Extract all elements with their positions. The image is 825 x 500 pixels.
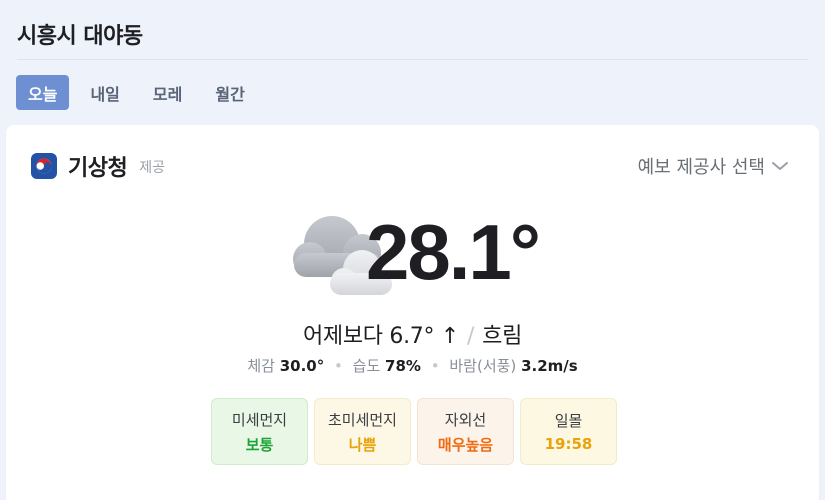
provider-select-button[interactable]: 예보 제공사 선택 [638, 153, 789, 179]
weather-details: 체감 30.0° • 습도 78% • 바람(서풍) 3.2m/s [6, 355, 819, 376]
feels-like-value: 30.0° [279, 357, 325, 375]
kma-logo-icon [31, 153, 57, 179]
tab-monthly[interactable]: 월간 [203, 75, 256, 110]
sunset-badge[interactable]: 일몰 19:58 [520, 398, 617, 465]
air-quality-badges: 미세먼지 보통 초미세먼지 나쁨 자외선 매우높음 일몰 19:58 [211, 398, 623, 465]
header-divider [17, 59, 808, 60]
weather-page: 시흥시 대야동 오늘 내일 모레 월간 기상청 제공 예보 제공사 선택 28.… [0, 0, 825, 500]
badge-label: 미세먼지 [231, 410, 288, 429]
uv-index-badge[interactable]: 자외선 매우높음 [417, 398, 514, 465]
separator-dot: • [430, 357, 440, 375]
tab-today[interactable]: 오늘 [16, 75, 70, 110]
humidity-label: 습도 [352, 357, 381, 375]
badge-value: 19:58 [544, 435, 593, 453]
separator-dot: • [334, 357, 343, 375]
current-temperature: 28.1° [366, 208, 541, 296]
weather-card: 기상청 제공 예보 제공사 선택 28.1° 어제보다 6.7° ↑ / 흐림 … [6, 125, 819, 500]
badge-label: 자외선 [444, 410, 487, 429]
wind-label: 바람(서풍) [449, 357, 517, 375]
provider-name: 기상청 [68, 156, 128, 181]
provider-select-label: 예보 제공사 선택 [637, 157, 765, 178]
badge-label: 초미세먼지 [327, 410, 397, 429]
weather-condition: 흐림 [482, 324, 523, 349]
tab-day-after-tomorrow[interactable]: 모레 [141, 75, 194, 110]
humidity-value: 78% [385, 357, 421, 375]
provider-info: 기상청 제공 [31, 150, 165, 182]
yesterday-comparison: 어제보다 6.7° ↑ / 흐림 [6, 318, 819, 350]
location-title: 시흥시 대야동 [17, 24, 143, 49]
tab-tomorrow[interactable]: 내일 [78, 75, 131, 110]
feels-like-label: 체감 [247, 357, 275, 375]
ultrafine-dust-badge[interactable]: 초미세먼지 나쁨 [314, 398, 411, 465]
compare-text: 어제보다 6.7° ↑ [302, 324, 460, 349]
badge-value: 나쁨 [348, 435, 377, 454]
badge-label: 일몰 [554, 412, 583, 430]
fine-dust-badge[interactable]: 미세먼지 보통 [211, 398, 308, 465]
day-tabs: 오늘 내일 모레 월간 [16, 75, 266, 110]
provider-suffix: 제공 [139, 160, 165, 176]
badge-value: 매우높음 [437, 435, 494, 454]
chevron-down-icon [772, 162, 788, 170]
separator: / [467, 324, 475, 349]
wind-value: 3.2m/s [521, 357, 578, 375]
badge-value: 보통 [245, 435, 274, 454]
